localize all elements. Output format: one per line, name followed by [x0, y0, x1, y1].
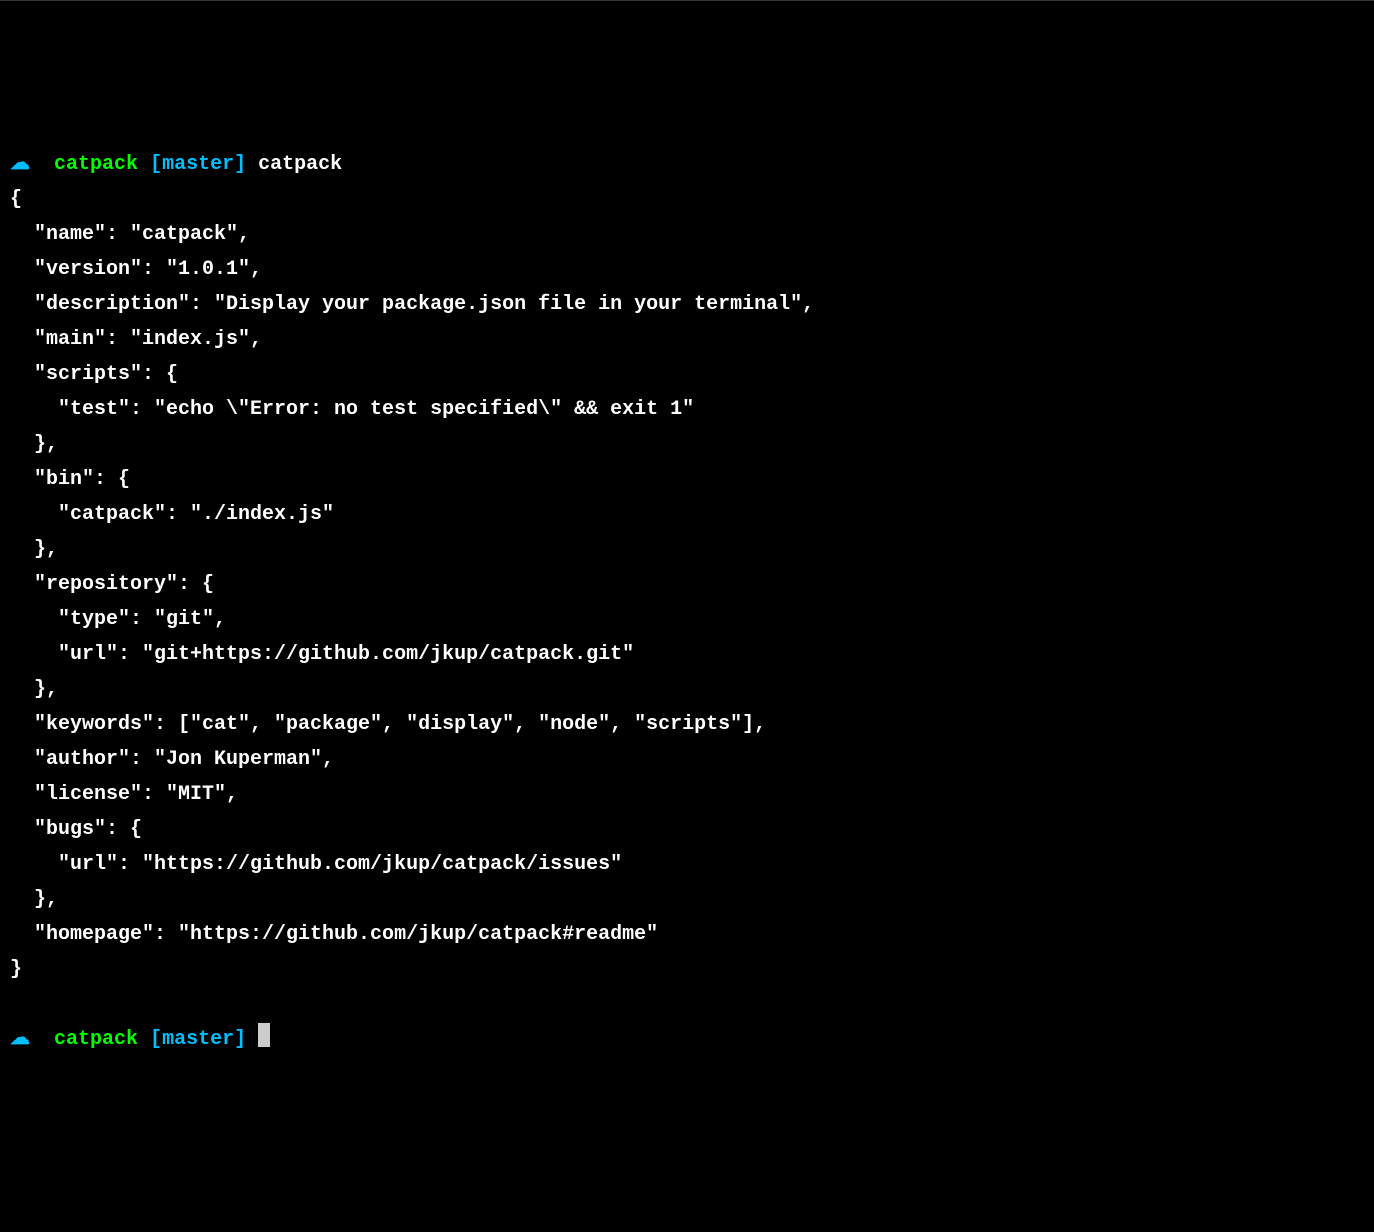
- cloud-icon: ☁: [10, 153, 30, 176]
- output-line: "author": "Jon Kuperman",: [10, 748, 334, 771]
- branch-name: master: [162, 1028, 234, 1051]
- cursor-icon[interactable]: [258, 1023, 270, 1047]
- prompt-line-2[interactable]: ☁ catpack [master]: [10, 1022, 1364, 1057]
- branch-close: ]: [234, 1028, 246, 1051]
- output-line: "url": "https://github.com/jkup/catpack/…: [10, 853, 622, 876]
- output-line: "bugs": {: [10, 818, 142, 841]
- output-line: {: [10, 188, 22, 211]
- output-line: "keywords": ["cat", "package", "display"…: [10, 713, 766, 736]
- branch-open: [: [150, 1028, 162, 1051]
- output-line: "description": "Display your package.jso…: [10, 293, 814, 316]
- output-line: "type": "git",: [10, 608, 226, 631]
- branch-open: [: [150, 153, 162, 176]
- branch-close: ]: [234, 153, 246, 176]
- output-line: },: [10, 888, 58, 911]
- output-line: "version": "1.0.1",: [10, 258, 262, 281]
- prompt-dir: catpack: [54, 1028, 138, 1051]
- output-line: }: [10, 958, 22, 981]
- prompt-dir: catpack: [54, 153, 138, 176]
- output-line: "catpack": "./index.js": [10, 503, 334, 526]
- output-line: "homepage": "https://github.com/jkup/cat…: [10, 923, 658, 946]
- output-line: },: [10, 678, 58, 701]
- output-line: "scripts": {: [10, 363, 178, 386]
- output-line: "main": "index.js",: [10, 328, 262, 351]
- output-line: "license": "MIT",: [10, 783, 238, 806]
- branch-name: master: [162, 153, 234, 176]
- output-line: "url": "git+https://github.com/jkup/catp…: [10, 643, 634, 666]
- cloud-icon: ☁: [10, 1028, 30, 1051]
- output-line: },: [10, 433, 58, 456]
- command-text: catpack: [258, 153, 342, 176]
- output-line: "bin": {: [10, 468, 130, 491]
- prompt-line-1: ☁ catpack [master] catpack: [10, 147, 1364, 182]
- output-line: "name": "catpack",: [10, 223, 250, 246]
- output-line: },: [10, 538, 58, 561]
- output-line: "test": "echo \"Error: no test specified…: [10, 398, 694, 421]
- output-line: "repository": {: [10, 573, 214, 596]
